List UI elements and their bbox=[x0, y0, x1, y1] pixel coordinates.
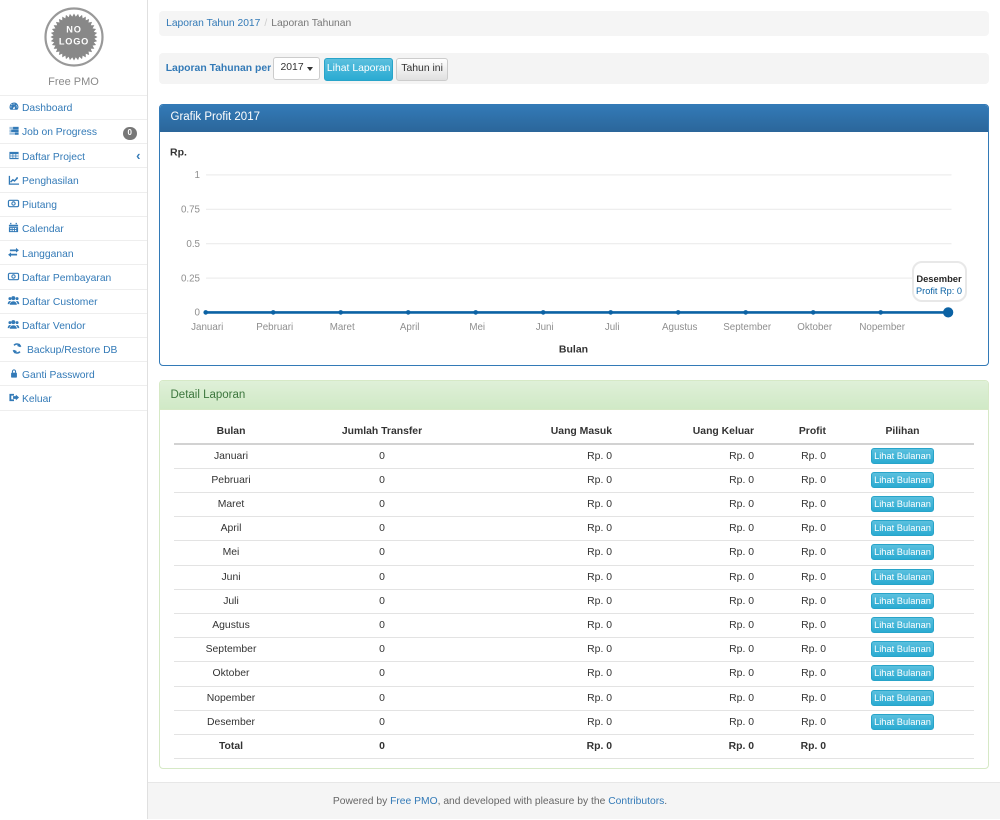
svg-text:Juni: Juni bbox=[535, 322, 553, 333]
svg-text:Oktober: Oktober bbox=[797, 322, 833, 333]
svg-text:0.5: 0.5 bbox=[186, 238, 200, 249]
svg-text:Maret: Maret bbox=[329, 322, 354, 333]
svg-text:0: 0 bbox=[194, 307, 200, 318]
svg-text:0.25: 0.25 bbox=[180, 273, 200, 284]
svg-text:NO: NO bbox=[66, 25, 81, 35]
svg-text:Pebruari: Pebruari bbox=[256, 322, 293, 333]
svg-text:Juli: Juli bbox=[604, 322, 619, 333]
svg-text:April: April bbox=[399, 322, 419, 333]
svg-text:Nopember: Nopember bbox=[859, 322, 905, 333]
svg-text:Januari: Januari bbox=[191, 322, 223, 333]
svg-text:LOGO: LOGO bbox=[58, 37, 88, 47]
svg-text:Mei: Mei bbox=[469, 322, 485, 333]
svg-text:Rp.: Rp. bbox=[170, 147, 187, 158]
svg-text:Agustus: Agustus bbox=[662, 322, 697, 333]
svg-text:September: September bbox=[723, 322, 772, 333]
svg-text:Bulan: Bulan bbox=[558, 344, 587, 355]
svg-text:1: 1 bbox=[194, 170, 199, 181]
svg-text:0.75: 0.75 bbox=[180, 204, 200, 215]
